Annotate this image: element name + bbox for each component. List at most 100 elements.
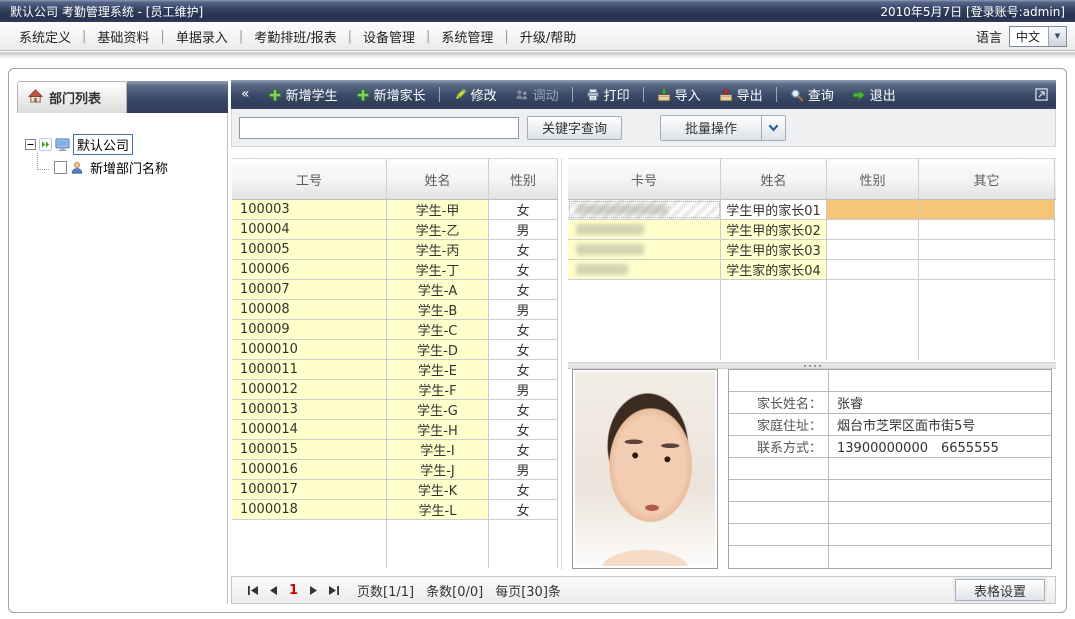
toolbar-button-1[interactable]: 新增学生 — [260, 80, 346, 109]
student-gender-cell: 女 — [489, 320, 558, 339]
student-row[interactable]: 1000012学生-F男 — [232, 380, 558, 400]
exit-icon — [852, 88, 866, 102]
parent-row[interactable]: 学生甲的家长03 — [568, 240, 1056, 260]
student-row[interactable]: 1000018学生-L女 — [232, 500, 558, 520]
column-header[interactable]: 性别 — [489, 159, 558, 199]
student-gender-cell: 女 — [489, 280, 558, 299]
student-name-cell: 学生-C — [387, 320, 489, 339]
toolbar-button-label: 导入 — [675, 85, 701, 104]
print-icon — [586, 88, 600, 102]
student-id-cell: 1000018 — [232, 500, 387, 519]
column-header[interactable]: 姓名 — [721, 159, 827, 199]
info-label — [729, 458, 829, 479]
student-row[interactable]: 1000013学生-G女 — [232, 400, 558, 420]
student-row[interactable]: 1000015学生-I女 — [232, 440, 558, 460]
student-row[interactable]: 1000014学生-H女 — [232, 420, 558, 440]
keyword-input[interactable] — [239, 117, 519, 139]
menu-shadow — [0, 52, 1075, 58]
parent-gender-cell — [827, 260, 919, 279]
tree-node-label[interactable]: 默认公司 — [73, 134, 133, 155]
column-header[interactable]: 其它 — [919, 159, 1055, 199]
parent-other-cell — [919, 260, 1055, 279]
student-row[interactable]: 1000011学生-E女 — [232, 360, 558, 380]
column-header[interactable]: 性别 — [827, 159, 919, 199]
info-value: 烟台市芝罘区面市街5号 — [829, 414, 1051, 435]
menu-item-1[interactable]: 系统定义 — [8, 27, 82, 46]
menu-item-2[interactable]: 基础资料 — [86, 27, 160, 46]
student-row[interactable]: 100007学生-A女 — [232, 280, 558, 300]
student-row[interactable]: 100004学生-乙男 — [232, 220, 558, 240]
column-header[interactable]: 姓名 — [387, 159, 489, 199]
toolbar-button-3[interactable]: 修改 — [445, 80, 505, 109]
info-label: 家长姓名： — [729, 392, 829, 413]
toolbar-button-label: 调动 — [533, 85, 559, 104]
parent-row[interactable]: 学生甲的家长01 — [568, 200, 1056, 220]
horizontal-splitter[interactable] — [568, 362, 1056, 369]
chevron-down-icon[interactable] — [761, 116, 785, 140]
expand-icon[interactable] — [39, 138, 52, 151]
minus-box-icon[interactable] — [25, 139, 36, 150]
menu-item-4[interactable]: 考勤排班/报表 — [243, 27, 347, 46]
info-row — [729, 502, 1051, 524]
student-row[interactable]: 100003学生-甲女 — [232, 200, 558, 220]
student-name-cell: 学生-D — [387, 340, 489, 359]
last-page-icon[interactable] — [323, 585, 345, 596]
student-name-cell: 学生-F — [387, 380, 489, 399]
parent-name-cell: 学生家的家长04 — [721, 260, 827, 279]
tab-department-list[interactable]: 部门列表 — [17, 81, 127, 113]
student-row[interactable]: 100005学生-丙女 — [232, 240, 558, 260]
collapse-panel-button[interactable]: « — [237, 86, 258, 104]
column-header[interactable]: 工号 — [232, 159, 387, 199]
current-page-number[interactable]: 1 — [283, 583, 304, 598]
next-page-icon[interactable] — [304, 585, 323, 596]
parent-row[interactable]: 学生甲的家长02 — [568, 220, 1056, 240]
student-row[interactable]: 1000010学生-D女 — [232, 340, 558, 360]
student-id-cell: 1000017 — [232, 480, 387, 499]
batch-operations-dropdown[interactable]: 批量操作 — [660, 115, 786, 141]
student-row[interactable]: 100006学生-丁女 — [232, 260, 558, 280]
student-row[interactable]: 100008学生-B男 — [232, 300, 558, 320]
menu-item-3[interactable]: 单据录入 — [165, 27, 239, 46]
toolbar-button-9[interactable]: 退出 — [844, 80, 904, 109]
student-gender-cell: 男 — [489, 220, 558, 239]
student-gender-cell: 女 — [489, 240, 558, 259]
student-name-cell: 学生-丙 — [387, 240, 489, 259]
students-table: 工号姓名性别100003学生-甲女100004学生-乙男100005学生-丙女1… — [232, 158, 558, 570]
masked-card-number — [576, 204, 668, 215]
language-select[interactable]: 中文 ▼ — [1009, 26, 1067, 47]
student-row[interactable]: 100009学生-C女 — [232, 320, 558, 340]
info-value: 张睿 — [829, 392, 1051, 413]
info-row — [729, 480, 1051, 502]
toolbar-button-7[interactable]: 导出 — [711, 80, 771, 109]
student-name-cell: 学生-H — [387, 420, 489, 439]
keyword-search-button[interactable]: 关键字查询 — [527, 116, 622, 140]
toolbar-button-6[interactable]: 导入 — [649, 80, 709, 109]
toolbar-button-8[interactable]: 查询 — [782, 80, 842, 109]
column-header[interactable]: 卡号 — [568, 159, 721, 199]
table-settings-button[interactable]: 表格设置 — [955, 579, 1045, 601]
menu-item-6[interactable]: 系统管理 — [430, 27, 504, 46]
chevron-down-icon[interactable]: ▼ — [1048, 27, 1066, 46]
first-page-icon[interactable] — [242, 585, 264, 596]
student-name-cell: 学生-E — [387, 360, 489, 379]
student-gender-cell: 女 — [489, 200, 558, 219]
previous-page-icon[interactable] — [264, 585, 283, 596]
department-tab-label: 部门列表 — [49, 88, 101, 107]
toolbar-button-label: 导出 — [737, 85, 763, 104]
parent-row[interactable]: 学生家的家长04 — [568, 260, 1056, 280]
toolbar-button-5[interactable]: 打印 — [578, 80, 638, 109]
toolbar-button-2[interactable]: 新增家长 — [348, 80, 434, 109]
student-row[interactable]: 1000017学生-K女 — [232, 480, 558, 500]
menu-item-7[interactable]: 升级/帮助 — [509, 27, 587, 46]
student-row[interactable]: 1000016学生-J男 — [232, 460, 558, 480]
parent-gender-cell — [827, 240, 919, 259]
info-row: 家长姓名：张睿 — [729, 392, 1051, 414]
masked-card-number — [576, 264, 628, 275]
menu-item-5[interactable]: 设备管理 — [352, 27, 426, 46]
checkbox-icon[interactable] — [54, 161, 67, 174]
student-gender-cell: 男 — [489, 460, 558, 479]
info-value — [829, 502, 1051, 523]
tree-node-label[interactable]: 新增部门名称 — [87, 158, 171, 177]
popout-icon[interactable] — [1035, 88, 1050, 101]
info-value — [829, 480, 1051, 501]
